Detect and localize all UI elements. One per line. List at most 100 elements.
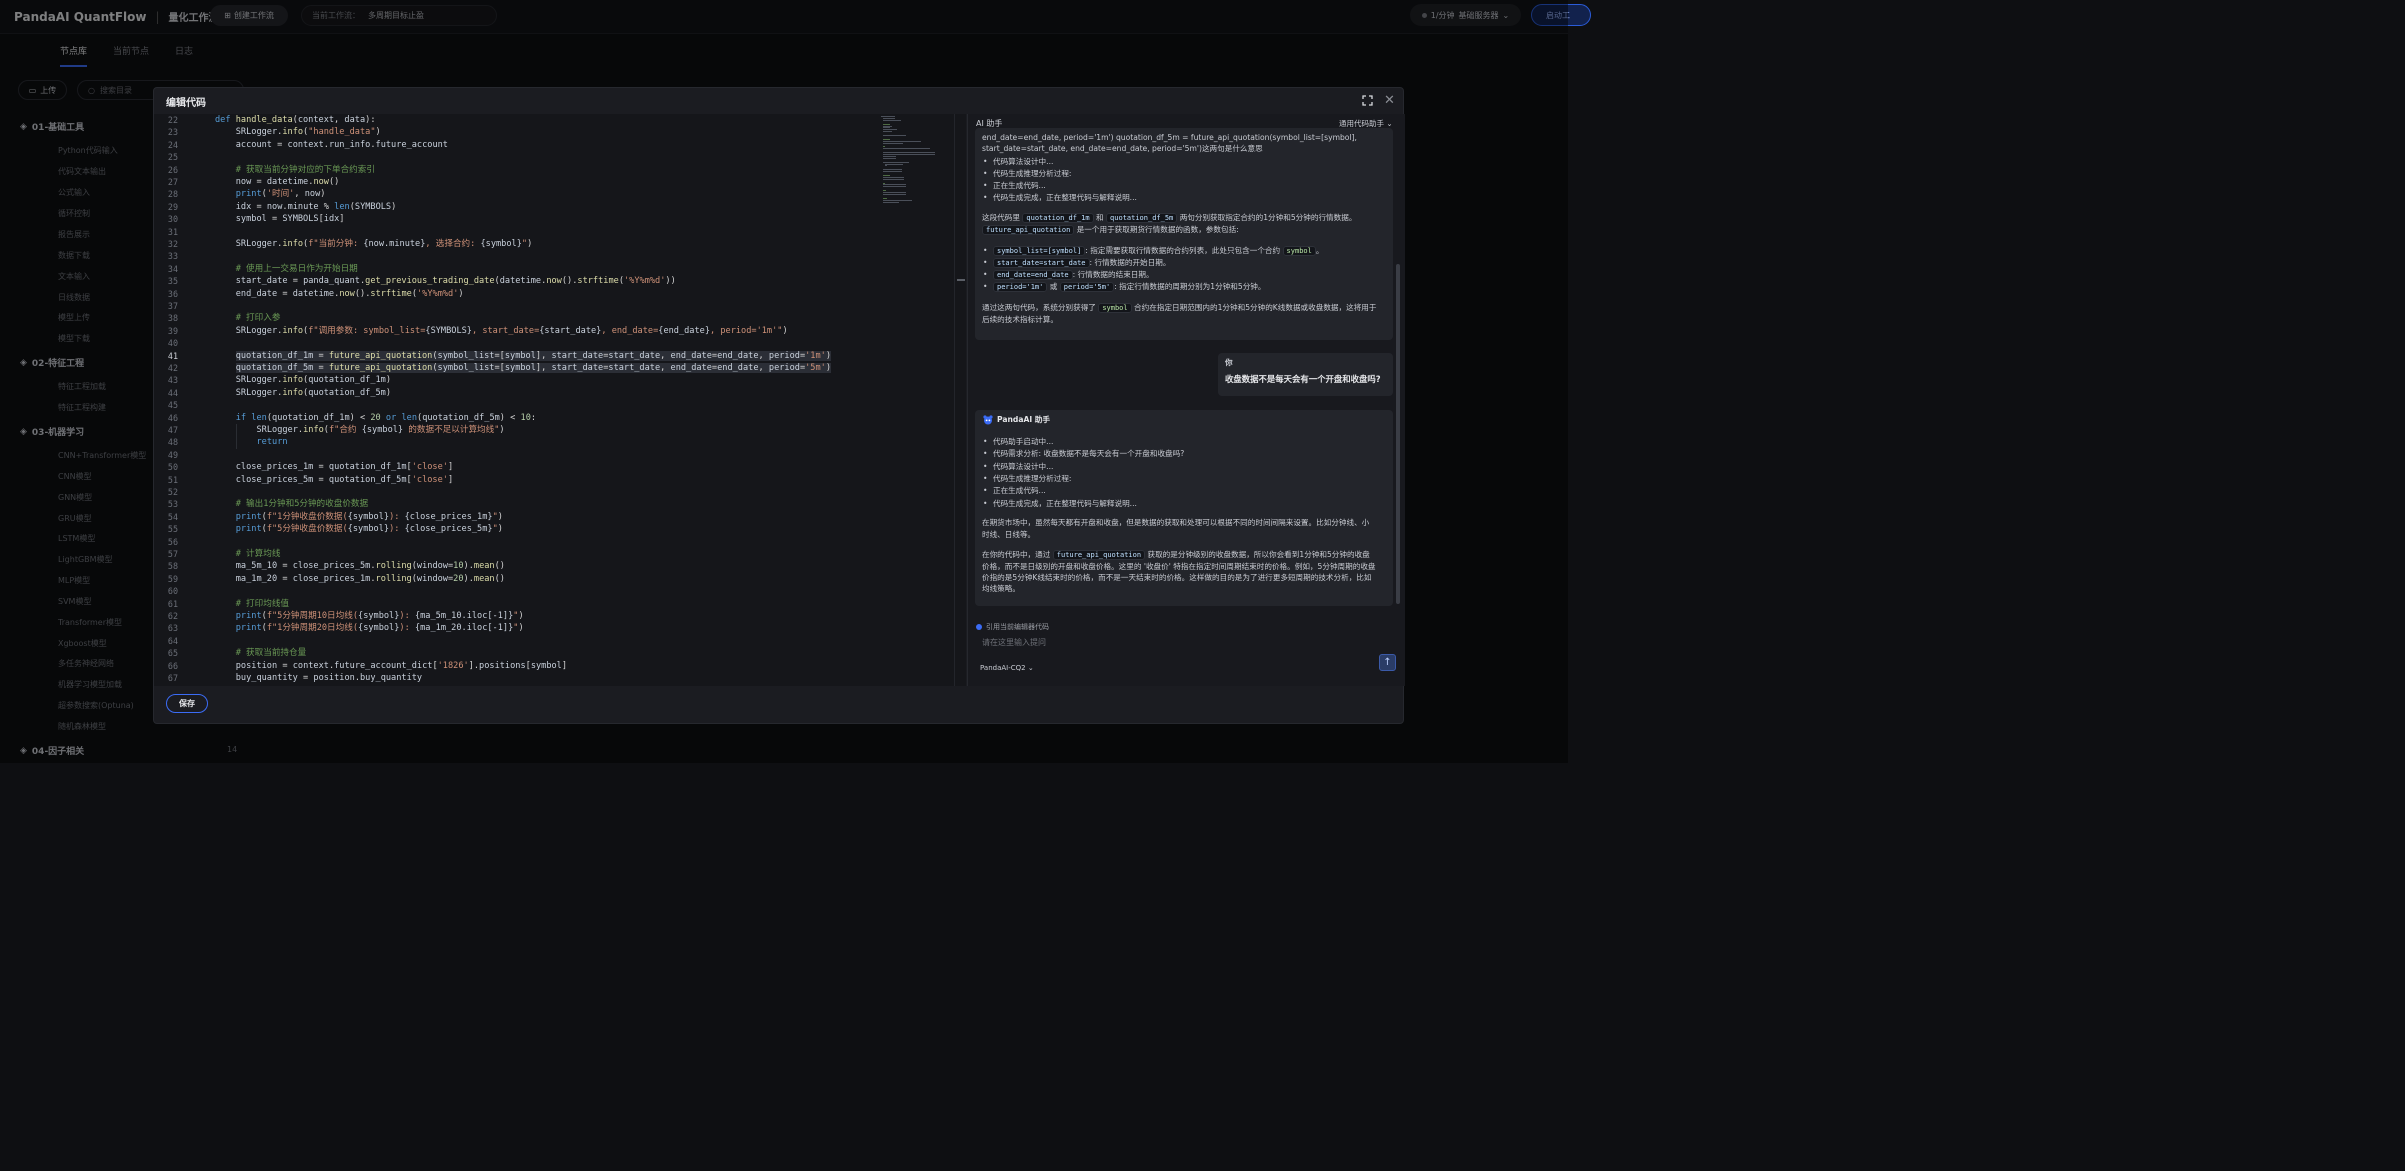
assistant-mode-label: 通用代码助手 [1339, 119, 1384, 128]
line-number: 54 [167, 511, 178, 522]
code-line[interactable]: start_date = panda_quant.get_previous_tr… [215, 275, 676, 287]
code-line[interactable]: close_prices_1m = quotation_df_1m['close… [215, 461, 453, 473]
minimap-line [882, 169, 902, 171]
minimap-line [882, 127, 890, 129]
message-paragraph: 时线、日线等。 [982, 530, 1036, 539]
list-item: symbol_list=[symbol]: 指定需要获取行情数据的合约列表，此处… [983, 245, 1323, 257]
code-line[interactable]: buy_quantity = position.buy_quantity [215, 672, 422, 684]
line-number: 40 [167, 338, 178, 349]
code-line[interactable]: now = datetime.now() [215, 176, 340, 188]
code-line[interactable]: idx = now.minute % len(SYMBOLS) [215, 201, 397, 213]
code-line[interactable]: quotation_df_1m = future_api_quotation(s… [215, 350, 832, 362]
inline-code: future_api_quotation [982, 225, 1075, 235]
line-number: 47 [167, 425, 178, 435]
code-line[interactable]: def handle_data(context, data): [215, 114, 376, 126]
minimap-line [882, 135, 907, 136]
line-number: 41 [167, 350, 178, 361]
list-item: start_date=start_date: 行情数据的开始日期。 [983, 257, 1170, 269]
code-line[interactable]: symbol = SYMBOLS[idx] [215, 213, 345, 225]
code-line[interactable]: SRLogger.info(f"当前分钟: {now.minute}, 选择合约… [215, 238, 533, 250]
chat-scroll-thumb[interactable] [1396, 264, 1400, 604]
code-line[interactable]: end_date = datetime.now().strftime('%Y%m… [215, 288, 464, 300]
checkbox-icon [976, 624, 982, 630]
code-line[interactable]: print(f"1分钟收盘价数据({symbol}): {close_price… [215, 511, 503, 523]
code-line[interactable]: ma_1m_20 = close_prices_1m.rolling(windo… [215, 573, 505, 585]
line-number: 57 [167, 549, 178, 559]
list-item: period='1m' 或 period='5m': 指定行情数据的周期分别为1… [983, 281, 1265, 293]
code-line[interactable]: ma_5m_10 = close_prices_5m.rolling(windo… [215, 560, 505, 572]
chat-input[interactable]: 请在这里输入提问 [982, 637, 1046, 648]
code-line[interactable]: # 获取当前持仓量 [215, 647, 307, 659]
message-paragraph: 均线策略。 [982, 584, 1020, 593]
code-editor[interactable]: 22 23 24 25 26 27 28 29 30 31 32 33 34 35 36 37 38 39 40 41… [154, 114, 966, 686]
code-line[interactable]: # 获取当前分钟对应的下单合约索引 [215, 164, 375, 176]
minimap-line [882, 186, 907, 188]
editor-scroll-thumb[interactable] [957, 279, 965, 281]
code-line[interactable]: SRLogger.info("handle_data") [215, 126, 381, 138]
minimap-line [882, 201, 899, 203]
code-line[interactable]: SRLogger.info(f"合约 {symbol} 的数据不足以计算均线") [215, 424, 505, 436]
code-line[interactable]: SRLogger.info(quotation_df_1m) [215, 374, 391, 386]
code-line[interactable]: SRLogger.info(quotation_df_5m) [215, 387, 391, 399]
code-line[interactable]: return [215, 436, 288, 448]
code-line[interactable]: position = context.future_account_dict['… [215, 660, 567, 672]
save-button[interactable]: 保存 [166, 694, 208, 713]
message-paragraph: 在你的代码中，通过 future_api_quotation 获取的是分钟级别的… [982, 550, 1370, 560]
minimap-line [884, 165, 888, 167]
minimap-line [882, 192, 906, 193]
code-line[interactable]: print(f"5分钟周期10日均线({symbol}): {ma_5m_10.… [215, 610, 524, 622]
minimap-line [882, 148, 930, 150]
code-line[interactable]: # 使用上一交易日作为开始日期 [215, 263, 358, 275]
minimap-line [882, 190, 886, 192]
minimap-line [882, 152, 935, 154]
minimap-line [882, 129, 897, 131]
line-number: 65 [167, 648, 178, 659]
code-line[interactable]: SRLogger.info(f"调用参数: symbol_list={SYMBO… [215, 325, 788, 337]
code-line[interactable]: # 计算均线 [215, 548, 281, 560]
minimap-line [882, 117, 896, 119]
code-line[interactable]: print(f"1分钟周期20日均线({symbol}): {ma_1m_20.… [215, 622, 524, 634]
message-paragraph: 后续的技术指标计算。 [982, 315, 1058, 324]
minimap-line [881, 116, 895, 117]
code-line[interactable]: # 打印入参 [215, 312, 281, 324]
code-line[interactable]: if len(quotation_df_1m) < 20 or len(quot… [215, 412, 536, 424]
ai-assistant-panel: AI 助手 通用代码助手 ⌄ end_date=end_date, period… [967, 114, 1405, 686]
editor-scrollbar[interactable] [954, 114, 966, 686]
cite-editor-code-toggle[interactable]: 引用当前编辑器代码 [976, 622, 1049, 632]
code-line[interactable]: print(f"5分钟收盘价数据({symbol}): {close_price… [215, 523, 503, 535]
code-line[interactable]: quotation_df_5m = future_api_quotation(s… [215, 362, 832, 374]
code-line[interactable]: print('时间', now) [215, 188, 326, 200]
minimap-line [882, 157, 897, 159]
line-number: 30 [167, 214, 178, 225]
minimap-line [882, 119, 902, 121]
line-number: 46 [167, 412, 178, 423]
line-number: 42 [167, 363, 178, 373]
send-button[interactable]: ↑ [1379, 654, 1396, 671]
model-select[interactable]: PandaAI-CQ2 ⌄ [980, 664, 1034, 672]
line-number: 37 [167, 301, 178, 311]
line-number: 63 [167, 623, 178, 634]
code-area[interactable]: def handle_data(context, data): SRLogger… [215, 114, 885, 686]
line-number: 67 [167, 673, 178, 683]
inline-code: quotation_df_1m [1022, 213, 1094, 223]
arrow-up-icon: ↑ [1383, 657, 1392, 668]
list-item: 代码算法设计中... [983, 461, 1053, 472]
close-icon[interactable]: ✕ [1384, 94, 1395, 107]
line-number: 48 [167, 437, 178, 448]
code-line[interactable]: close_prices_5m = quotation_df_5m['close… [215, 474, 453, 486]
list-item: end_date=end_date: 行情数据的结束日期。 [983, 269, 1154, 281]
minimap-line [882, 193, 906, 195]
line-number: 25 [167, 152, 178, 163]
assistant-message: PandaAI 助手 代码助手启动中... 代码需求分析: 收盘数据不是每天会有… [975, 410, 1393, 606]
line-number: 39 [167, 325, 178, 336]
list-item: 代码助手启动中... [983, 436, 1053, 447]
fullscreen-icon[interactable] [1362, 95, 1373, 106]
panda-logo-icon [983, 414, 993, 424]
code-line[interactable]: # 输出1分钟和5分钟的收盘价数据 [215, 498, 368, 510]
line-number: 28 [167, 189, 178, 200]
line-number: 64 [167, 635, 178, 646]
code-minimap[interactable] [881, 114, 951, 686]
code-line[interactable]: account = context.run_info.future_accoun… [215, 139, 448, 151]
code-line[interactable]: # 打印均线值 [215, 598, 289, 610]
minimap-line [882, 182, 886, 184]
